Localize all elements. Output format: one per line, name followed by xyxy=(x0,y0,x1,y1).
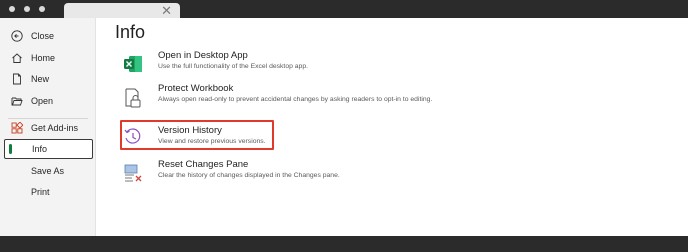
home-icon xyxy=(12,53,22,63)
sidebar-item-info[interactable]: Info xyxy=(4,139,93,159)
sidebar-item-label: Get Add-ins xyxy=(31,123,79,133)
window-maximize-dot[interactable] xyxy=(39,6,45,12)
sidebar-item-get-add-ins[interactable]: Get Add-ins xyxy=(4,118,92,138)
folder-open-icon xyxy=(11,97,23,106)
sidebar-item-label: Home xyxy=(31,53,56,63)
sidebar-item-home[interactable]: Home xyxy=(4,48,92,68)
new-document-icon xyxy=(13,73,21,85)
sidebar-item-label: Save As xyxy=(31,166,65,176)
back-circle-icon xyxy=(11,30,23,42)
sidebar-item-open[interactable]: Open xyxy=(4,91,92,111)
option-description: Always open read-only to prevent acciden… xyxy=(158,96,433,103)
sidebar-item-label: Open xyxy=(31,96,54,106)
sidebar-item-save-as[interactable]: Save As xyxy=(4,161,92,181)
backstage-sidebar: Close Home New Open Get Add-ins Info Sav… xyxy=(0,18,96,236)
sidebar-item-label: Info xyxy=(32,144,48,154)
sidebar-item-close[interactable]: Close xyxy=(4,26,92,46)
window-close-dot[interactable] xyxy=(9,6,15,12)
option-title: Protect Workbook xyxy=(158,83,234,94)
title-bar: ✕ xyxy=(0,0,688,18)
option-description: Use the full functionality of the Excel … xyxy=(158,63,308,70)
lock-document-icon xyxy=(125,88,141,108)
option-title: Open in Desktop App xyxy=(158,50,248,61)
window-minimize-dot[interactable] xyxy=(24,6,30,12)
option-protect-workbook[interactable]: Protect Workbook Always open read-only t… xyxy=(118,83,448,115)
reset-pane-icon xyxy=(124,164,142,182)
option-description: Clear the history of changes displayed i… xyxy=(158,172,340,179)
browser-tab[interactable]: ✕ xyxy=(64,3,180,18)
version-history-highlight xyxy=(120,120,274,150)
excel-icon xyxy=(124,56,142,72)
close-tab-icon[interactable]: ✕ xyxy=(161,3,172,18)
option-reset-changes-pane[interactable]: Reset Changes Pane Clear the history of … xyxy=(118,159,448,183)
sidebar-item-label: New xyxy=(31,74,50,84)
sidebar-item-new[interactable]: New xyxy=(4,69,92,89)
sidebar-item-label: Print xyxy=(31,187,50,197)
active-indicator xyxy=(9,144,12,154)
sidebar-item-label: Close xyxy=(31,31,55,41)
add-ins-grid-icon xyxy=(11,122,23,134)
option-title: Reset Changes Pane xyxy=(158,159,249,170)
option-open-in-desktop-app[interactable]: Open in Desktop App Use the full functio… xyxy=(118,50,448,74)
sidebar-item-print[interactable]: Print xyxy=(4,182,92,202)
page-title: Info xyxy=(115,22,146,42)
excel-backstage-window: ✕ Close Home New Open Get Add-ins Info S… xyxy=(0,0,688,252)
bottom-bar xyxy=(0,236,688,252)
